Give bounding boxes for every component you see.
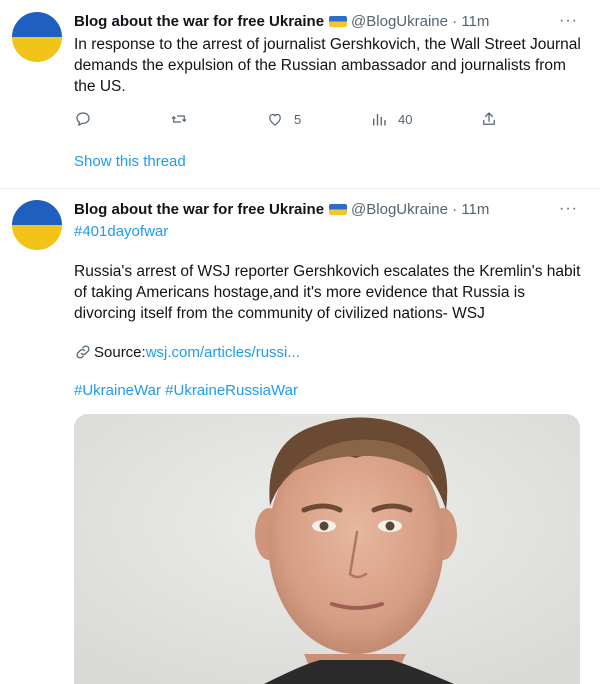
views-button[interactable]: 40: [370, 108, 412, 130]
like-button[interactable]: 5: [266, 108, 301, 130]
source-label: Source:: [94, 343, 146, 361]
retweet-icon: [171, 115, 187, 123]
link-icon: [76, 345, 90, 359]
portrait-image: [74, 414, 580, 684]
tweet-photo[interactable]: [74, 414, 580, 684]
more-icon[interactable]: ···: [559, 200, 578, 218]
hashtag-ukrainewar[interactable]: #UkraineWar: [74, 382, 161, 399]
author-name[interactable]: Blog about the war for free Ukraine: [74, 201, 324, 218]
avatar[interactable]: [12, 200, 62, 250]
share-button[interactable]: [480, 108, 498, 130]
ukraine-flag-icon: [329, 204, 348, 215]
source-line: Source: wsj.com/articles/russi...: [74, 343, 300, 361]
action-bar: 5 40: [74, 108, 510, 130]
author-name[interactable]: Blog about the war for free Ukraine: [74, 13, 324, 30]
ukraine-flag-icon: [329, 16, 348, 27]
share-icon: [483, 112, 495, 125]
hashtags: #UkraineWar #UkraineRussiaWar: [74, 382, 298, 399]
tweet-text: Russia's arrest of WSJ reporter Gershkov…: [74, 263, 581, 322]
separator-dot: ·: [452, 201, 458, 218]
reply-button[interactable]: [74, 108, 92, 130]
author-handle[interactable]: @BlogUkraine: [351, 201, 448, 218]
tweet[interactable]: Blog about the war for free Ukraine @Blog…: [0, 189, 600, 684]
tweet-header: Blog about the war for free Ukraine @Blog…: [74, 200, 550, 220]
source-link[interactable]: wsj.com/articles/russi...: [146, 344, 300, 361]
timestamp[interactable]: 11m: [461, 201, 489, 218]
views-icon: [373, 113, 386, 126]
timestamp[interactable]: 11m: [461, 13, 489, 30]
reply-icon: [76, 112, 90, 127]
show-thread-link[interactable]: Show this thread: [74, 153, 186, 170]
more-icon[interactable]: ···: [559, 12, 578, 30]
separator-dot: ·: [452, 13, 458, 30]
views-count: 40: [398, 111, 413, 127]
retweet-button[interactable]: [170, 108, 188, 130]
hashtag-line: #401dayofwar: [74, 223, 168, 240]
avatar[interactable]: [12, 12, 62, 62]
tweet-text: In response to the arrest of journalist …: [74, 36, 581, 95]
like-icon: [269, 113, 281, 126]
like-count: 5: [294, 111, 302, 127]
hashtag-401dayofwar[interactable]: #401dayofwar: [74, 223, 168, 240]
tweet-header: Blog about the war for free Ukraine @Blog…: [74, 12, 550, 32]
author-handle[interactable]: @BlogUkraine: [351, 13, 448, 30]
hashtag-ukrainerussiawar[interactable]: #UkraineRussiaWar: [165, 382, 298, 399]
tweet[interactable]: Blog about the war for free Ukraine @Blog…: [0, 0, 600, 189]
